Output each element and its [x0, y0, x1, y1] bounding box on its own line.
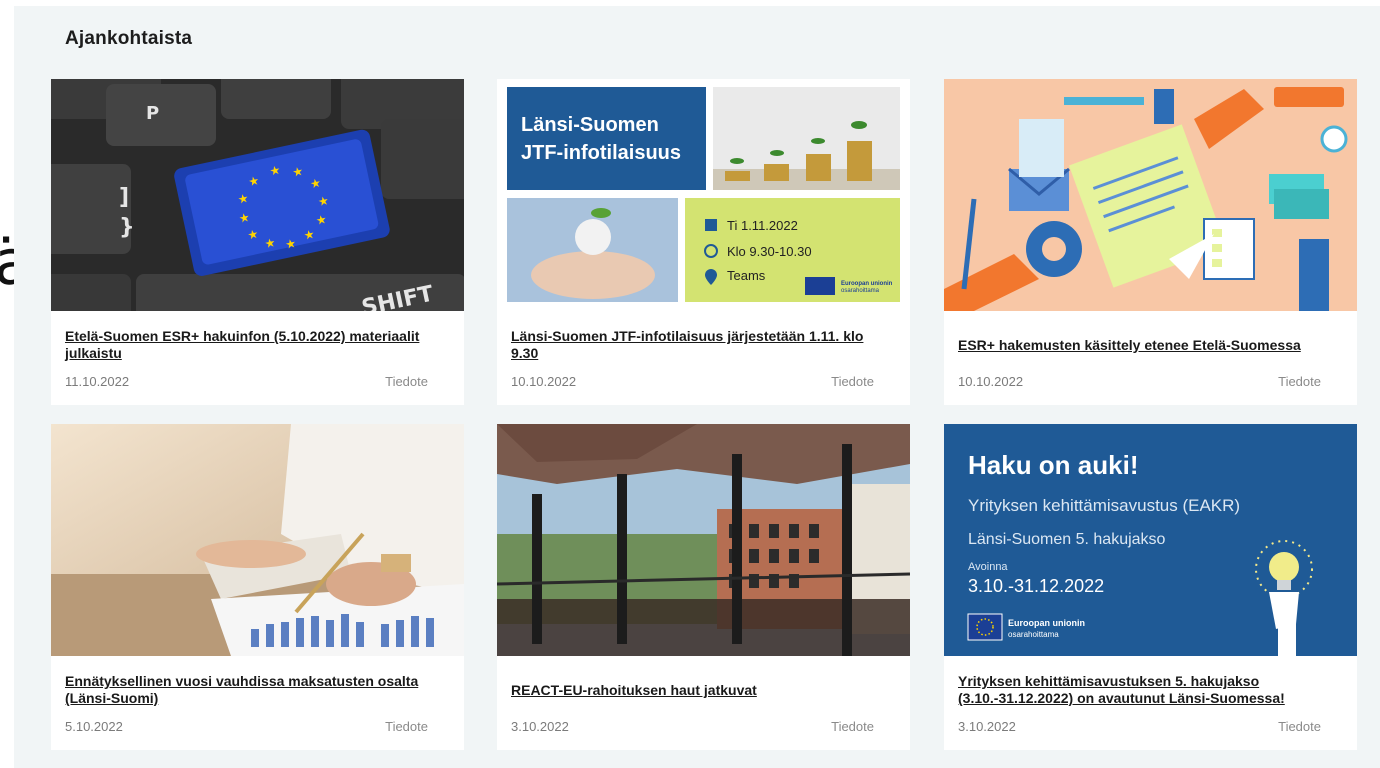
news-card[interactable]: Haku on auki! Yrityksen kehittämisavustu… [944, 424, 1357, 750]
news-card-image-haku[interactable]: Haku on auki! Yrityksen kehittämisavustu… [944, 424, 1357, 656]
jtf-date-line: Ti 1.11.2022 [727, 218, 798, 233]
haku-eu-line2: osarahoittama [1008, 630, 1059, 639]
news-card-title[interactable]: Etelä-Suomen ESR+ hakuinfon (5.10.2022) … [65, 328, 446, 362]
news-card[interactable]: REACT-EU-rahoituksen haut jatkuvat 3.10.… [497, 424, 910, 750]
news-card-type: Tiedote [831, 374, 874, 389]
section-title: Ajankohtaista [65, 28, 193, 49]
news-card-date: 3.10.2022 [958, 719, 1016, 734]
jtf-heading-line1: Länsi-Suomen [521, 114, 659, 136]
writing-hand-photo [51, 424, 464, 656]
news-card-type: Tiedote [831, 719, 874, 734]
news-card-image-illustration[interactable] [944, 79, 1357, 311]
news-card-title[interactable]: Ennätyksellinen vuosi vauhdissa maksatus… [65, 673, 446, 707]
news-card-type: Tiedote [1278, 719, 1321, 734]
jtf-infotilaisuus-banner: Länsi-Suomen JTF-infotilaisuus Ti 1.11.2… [497, 79, 910, 311]
news-card[interactable]: Länsi-Suomen JTF-infotilaisuus Ti 1.11.2… [497, 79, 910, 405]
news-card-type: Tiedote [385, 374, 428, 389]
jtf-place-line: Teams [727, 268, 766, 283]
news-card-title[interactable]: ESR+ hakemusten käsittely etenee Etelä-S… [958, 337, 1339, 354]
news-card-type: Tiedote [385, 719, 428, 734]
haku-open-label: Avoinna [968, 561, 1008, 573]
news-card-date: 3.10.2022 [511, 719, 569, 734]
news-card-date: 5.10.2022 [65, 719, 123, 734]
haku-open-dates: 3.10.-31.12.2022 [968, 576, 1104, 596]
key-label-bracket: ] [119, 185, 129, 210]
city-balcony-photo [497, 424, 910, 656]
key-label-brace: } [119, 215, 135, 240]
news-card[interactable]: Ennätyksellinen vuosi vauhdissa maksatus… [51, 424, 464, 750]
haku-eu-line1: Euroopan unionin [1008, 618, 1085, 628]
news-card-date: 10.10.2022 [511, 374, 577, 389]
news-card-title[interactable]: Länsi-Suomen JTF-infotilaisuus järjestet… [511, 328, 892, 362]
news-card[interactable]: P ] } ★ ★ ★ ★ ★ ★ ★ ★ ★ ★ ★ ★ SHIFT Etelä-Suomen… [51, 79, 464, 405]
news-card-date: 11.10.2022 [65, 374, 130, 389]
jtf-heading-line2: JTF-infotilaisuus [521, 142, 681, 164]
paperwork-illustration [944, 79, 1357, 311]
jtf-eu-line2: osarahoittama [841, 288, 880, 294]
news-card-title[interactable]: REACT-EU-rahoituksen haut jatkuvat [511, 682, 892, 699]
news-card-image-jtf[interactable]: Länsi-Suomen JTF-infotilaisuus Ti 1.11.2… [497, 79, 910, 311]
news-card-image-writing[interactable] [51, 424, 464, 656]
news-card-title[interactable]: Yrityksen kehittämisavustuksen 5. hakuja… [958, 673, 1339, 707]
haku-heading: Haku on auki! [968, 450, 1138, 480]
key-label-p: P [146, 103, 159, 124]
haku-line2: Länsi-Suomen 5. hakujakso [968, 531, 1166, 548]
jtf-time-line: Klo 9.30-10.30 [727, 244, 812, 259]
news-card[interactable]: ESR+ hakemusten käsittely etenee Etelä-S… [944, 79, 1357, 405]
jtf-eu-line1: Euroopan unionin [841, 281, 893, 287]
news-card-image-keyboard[interactable]: P ] } ★ ★ ★ ★ ★ ★ ★ ★ ★ ★ ★ ★ SHIFT [51, 79, 464, 311]
eu-keyboard-image: P ] } ★ ★★ ★★★ ★★★ ★★★ SHIFT [51, 79, 464, 311]
haku-on-auki-banner: Haku on auki! Yrityksen kehittämisavustu… [944, 424, 1357, 656]
haku-line1: Yrityksen kehittämisavustus (EAKR) [968, 496, 1240, 515]
news-card-type: Tiedote [1278, 374, 1321, 389]
news-card-image-balcony[interactable] [497, 424, 910, 656]
news-panel: Ajankohtaista P ] } ★ ★ ★ ★ ★ ★ ★ ★ ★ ★ … [14, 6, 1380, 768]
news-card-date: 10.10.2022 [958, 374, 1024, 389]
